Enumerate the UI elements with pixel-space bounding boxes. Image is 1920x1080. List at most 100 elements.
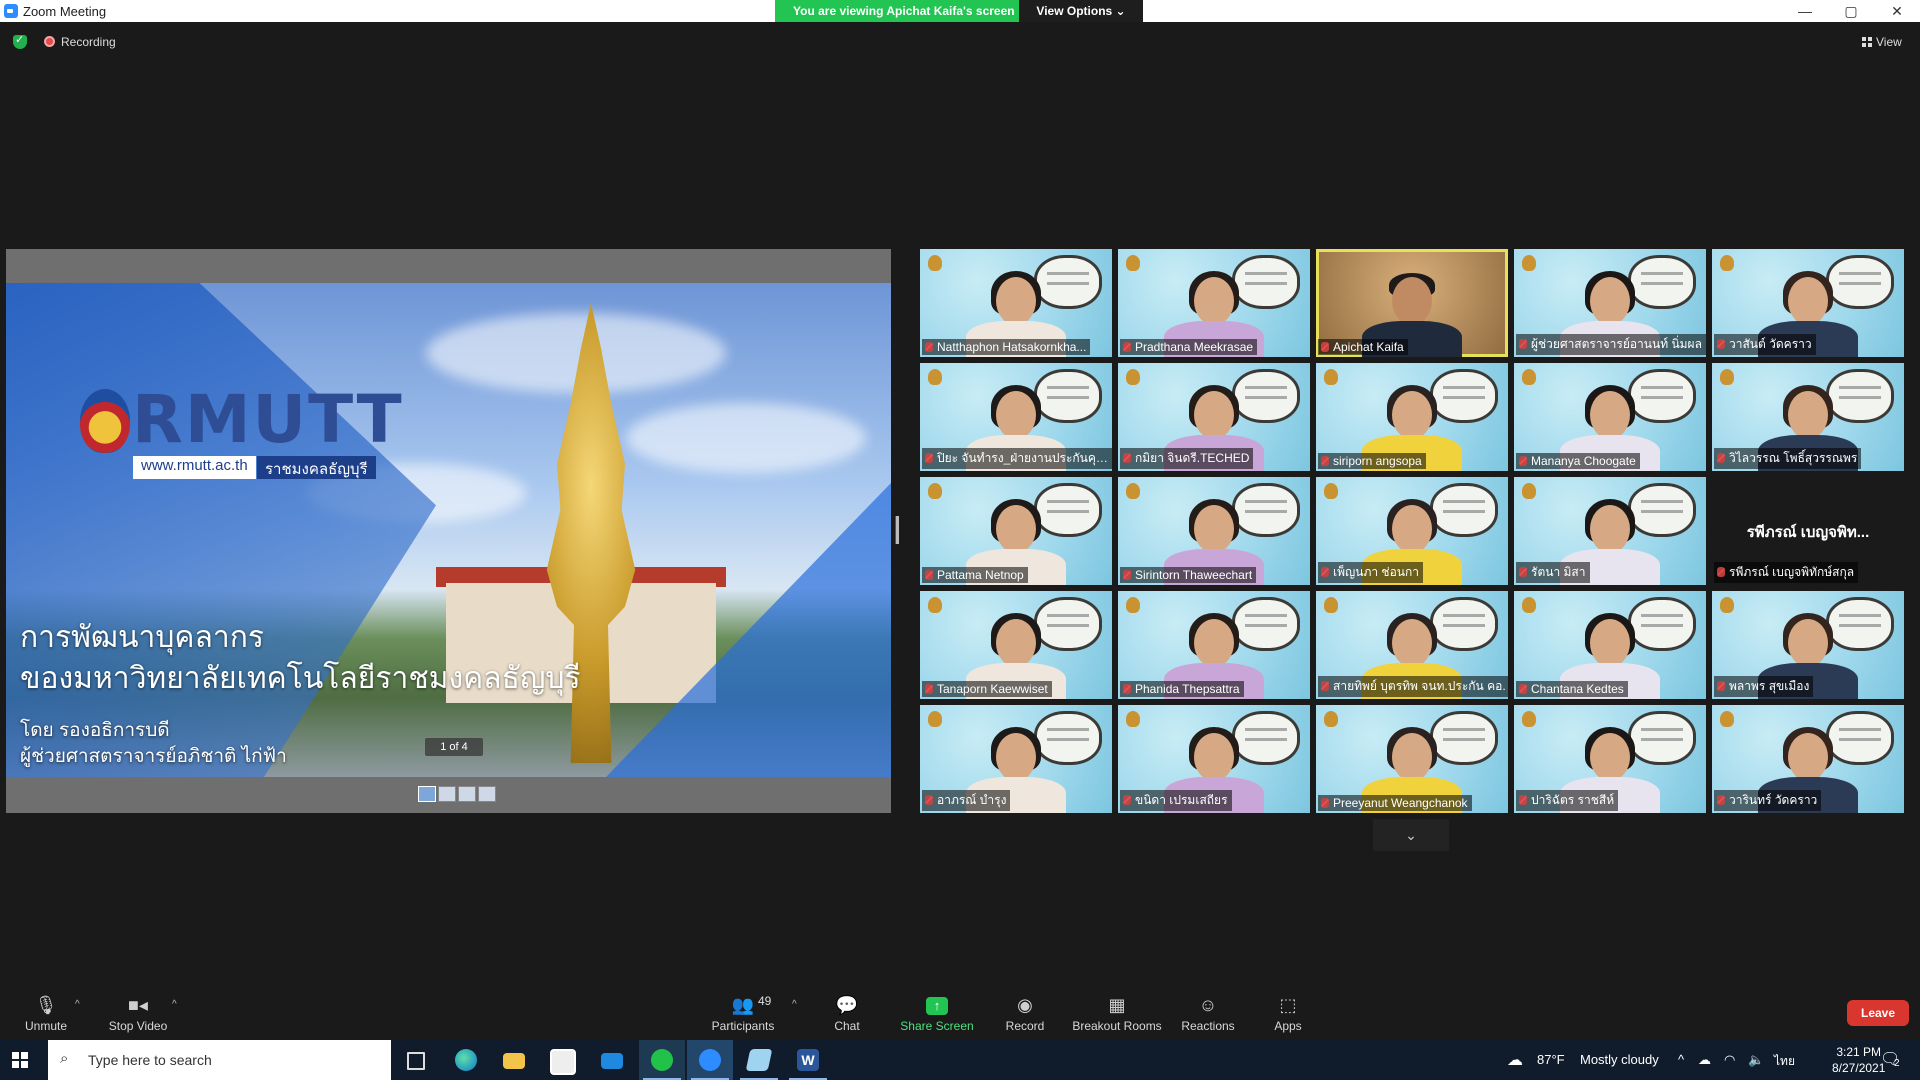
university-badge-icon — [1720, 255, 1734, 271]
onedrive-icon[interactable]: ☁ — [1698, 1052, 1711, 1068]
unmute-button[interactable]: 🎙 Unmute — [18, 993, 74, 1033]
zoom-app-icon[interactable] — [687, 1040, 733, 1080]
view-options-button[interactable]: View Options ⌄ — [1019, 0, 1143, 22]
participant-tile[interactable]: Chantana Kedtes — [1514, 591, 1706, 699]
muted-mic-icon — [925, 795, 933, 805]
participant-tile[interactable]: ผู้ช่วยศาสตราจารย์อานนท์ นิ่มผล — [1514, 249, 1706, 357]
maximize-button[interactable]: ▢ — [1828, 0, 1874, 22]
tray-expand-icon[interactable]: ^ — [1678, 1052, 1684, 1067]
windows-start-icon[interactable] — [12, 1052, 28, 1068]
participant-tile[interactable]: Mananya Choogate — [1514, 363, 1706, 471]
reactions-label: Reactions — [1181, 1019, 1235, 1033]
stop-video-button[interactable]: ■◂ Stop Video — [104, 993, 172, 1033]
taskbar-clock[interactable]: 3:21 PM 8/27/2021 — [1832, 1044, 1885, 1076]
participant-tile[interactable]: อาภรณ์ บำรุง — [920, 705, 1112, 813]
participant-tile[interactable]: รพีภรณ์ เบญจพิท... รพีภรณ์ เบญจพิทักษ์สกุ… — [1712, 477, 1904, 585]
notepad-icon[interactable] — [736, 1040, 782, 1080]
record-button[interactable]: ◉ Record — [1000, 993, 1050, 1033]
participant-tile[interactable]: วิไลวรรณ โพธิ์สุวรรณพร — [1712, 363, 1904, 471]
muted-mic-icon — [1717, 681, 1725, 691]
clock-date: 8/27/2021 — [1832, 1061, 1886, 1075]
participant-tile[interactable]: ปิยะ จันทำรง_ฝ่ายงานประกันคุณ... — [920, 363, 1112, 471]
university-badge-icon — [928, 711, 942, 727]
weather-cloud-icon[interactable]: ☁ — [1507, 1050, 1523, 1070]
university-badge-icon — [1720, 369, 1734, 385]
record-label: Record — [1005, 1019, 1045, 1033]
slide-thumbnail[interactable] — [478, 786, 496, 802]
muted-mic-icon — [1519, 795, 1527, 805]
muted-mic-icon — [1519, 684, 1527, 694]
participants-options-caret-icon[interactable]: ^ — [792, 999, 797, 1010]
view-button[interactable]: View — [1862, 35, 1902, 49]
mail-icon[interactable] — [589, 1040, 635, 1080]
weather-description[interactable]: Mostly cloudy — [1580, 1052, 1659, 1067]
weather-temperature[interactable]: 87°F — [1537, 1052, 1565, 1067]
muted-mic-icon — [925, 342, 933, 352]
volume-icon[interactable]: 🔈 — [1748, 1052, 1764, 1068]
muted-mic-icon — [1123, 795, 1131, 805]
line-app-icon[interactable] — [639, 1040, 685, 1080]
microsoft-store-icon[interactable] — [540, 1040, 586, 1080]
apps-button[interactable]: ⬚ Apps — [1266, 993, 1310, 1033]
video-options-caret-icon[interactable]: ^ — [172, 999, 177, 1010]
participant-tile[interactable]: Tanaporn Kaewwiset — [920, 591, 1112, 699]
participant-tile[interactable]: Natthaphon Hatsakornkha... — [920, 249, 1112, 357]
participant-tile[interactable]: Pattama Netnop — [920, 477, 1112, 585]
reactions-button[interactable]: ☺ Reactions — [1178, 993, 1238, 1033]
task-view-icon[interactable] — [393, 1040, 439, 1080]
breakout-rooms-button[interactable]: ▦ Breakout Rooms — [1068, 993, 1166, 1033]
participant-tile[interactable]: รัตนา มิสา — [1514, 477, 1706, 585]
participant-name: siriporn angsopa — [1333, 454, 1422, 468]
participant-tile[interactable]: Phanida Thepsattra — [1118, 591, 1310, 699]
participant-name: Natthaphon Hatsakornkha... — [937, 340, 1087, 354]
word-app-icon[interactable]: W — [785, 1040, 831, 1080]
participant-tile[interactable]: วารินทร์ วัดคราว — [1712, 705, 1904, 813]
chat-button[interactable]: 💬 Chat — [822, 993, 872, 1033]
slide-thumbnail[interactable] — [438, 786, 456, 802]
slide-logo-text: RMUTT — [132, 381, 404, 458]
wifi-icon[interactable]: ◠ — [1724, 1052, 1735, 1068]
input-language[interactable]: ไทย — [1774, 1052, 1795, 1071]
participants-button[interactable]: 👥 49 Participants — [706, 993, 780, 1033]
participant-tile[interactable]: พลาพร สุขเมือง — [1712, 591, 1904, 699]
file-explorer-icon[interactable] — [491, 1040, 537, 1080]
share-screen-button[interactable]: ↑ Share Screen — [896, 993, 978, 1033]
split-view-handle[interactable] — [895, 516, 899, 544]
security-shield-icon[interactable] — [13, 33, 27, 49]
muted-mic-icon — [1717, 339, 1725, 349]
slide-thumbnail[interactable] — [418, 786, 436, 802]
participant-name-label: Preeyanut Weangchanok — [1318, 795, 1472, 811]
participant-name-label: Chantana Kedtes — [1516, 681, 1628, 697]
slide-page-indicator: 1 of 4 — [425, 738, 483, 756]
participant-tile[interactable]: Pradthana Meekrasae — [1118, 249, 1310, 357]
participant-tile[interactable]: ขนิดา เปรมเสถียร — [1118, 705, 1310, 813]
participant-name: กมิยา จินดรี.TECHED — [1135, 451, 1250, 465]
minimize-button[interactable]: — — [1782, 0, 1828, 22]
recording-indicator[interactable]: Recording — [44, 35, 116, 49]
participant-tile[interactable]: กมิยา จินดรี.TECHED — [1118, 363, 1310, 471]
participant-name: Mananya Choogate — [1531, 454, 1636, 468]
participant-tile[interactable]: Apichat Kaifa — [1316, 249, 1508, 357]
slide-thumbnail[interactable] — [458, 786, 476, 802]
participant-tile[interactable]: Sirintorn Thaweechart — [1118, 477, 1310, 585]
participant-tile[interactable]: วาสันต์ วัดคราว — [1712, 249, 1904, 357]
participant-tile[interactable]: ปาริฉัตร ราชสีห์ — [1514, 705, 1706, 813]
taskbar-search-box[interactable]: ⌕ Type here to search — [48, 1040, 391, 1080]
gallery-next-page-button[interactable]: ⌄ — [1373, 819, 1449, 851]
muted-mic-icon — [925, 684, 933, 694]
participant-tile[interactable]: Preeyanut Weangchanok — [1316, 705, 1508, 813]
participant-tile[interactable]: เพ็ญนภา ช่อนกา — [1316, 477, 1508, 585]
slide-thumbnails[interactable] — [418, 786, 498, 802]
participant-tile[interactable]: siriporn angsopa — [1316, 363, 1508, 471]
close-button[interactable]: ✕ — [1874, 0, 1920, 22]
participant-name: พลาพร สุขเมือง — [1729, 679, 1810, 693]
participant-name-label: ปาริฉัตร ราชสีห์ — [1516, 790, 1619, 811]
participant-name-label: Pradthana Meekrasae — [1120, 339, 1258, 355]
record-icon: ◉ — [1017, 995, 1033, 1015]
leave-button[interactable]: Leave — [1847, 1000, 1909, 1026]
participant-tile[interactable]: สายทิพย์ บุตรทิพ จนท.ประกัน คอ. — [1316, 591, 1508, 699]
participant-name: ขนิดา เปรมเสถียร — [1135, 793, 1228, 807]
university-emblem-icon — [80, 389, 130, 453]
audio-options-caret-icon[interactable]: ^ — [75, 999, 80, 1010]
edge-browser-icon[interactable] — [443, 1040, 489, 1080]
